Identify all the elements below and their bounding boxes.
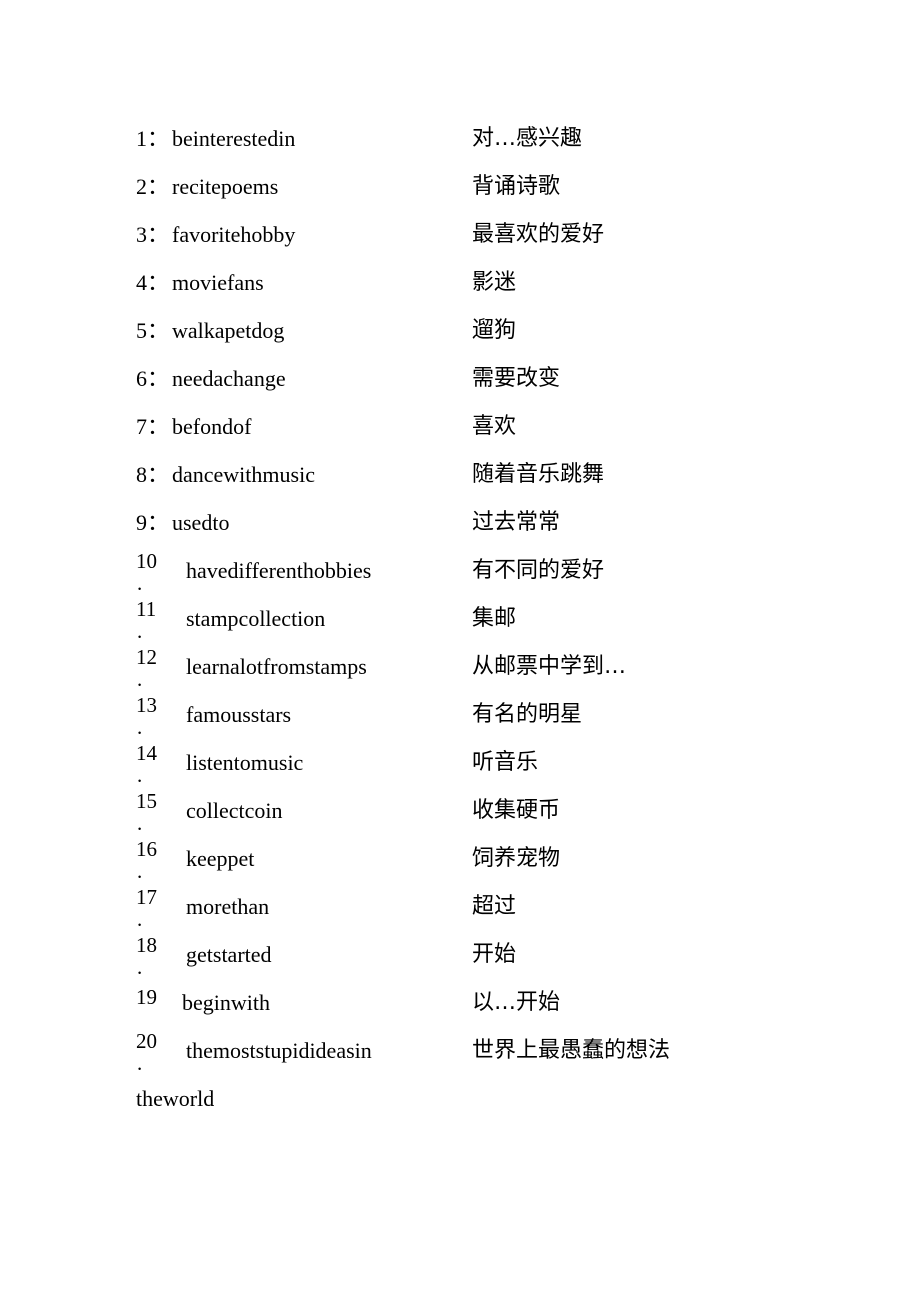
english-term: dancewithmusic (172, 462, 315, 487)
chinese-translation: 世界上最愚蠢的想法 (472, 1038, 671, 1063)
english-term: recitepoems (172, 174, 279, 199)
row-number-period: . (137, 715, 143, 739)
row-number: 2： (136, 174, 170, 199)
english-term: listentomusic (186, 750, 304, 775)
vocabulary-row: 1： beinterestedin 对…感兴趣 (0, 124, 920, 172)
chinese-translation: 开始 (472, 942, 517, 967)
english-term: getstarted (186, 942, 272, 967)
vocabulary-row: 10 . havedifferenthobbies 有不同的爱好 (0, 549, 920, 600)
row-number-period: . (137, 811, 143, 835)
chinese-translation: 遛狗 (472, 318, 517, 343)
english-term: famousstars (186, 702, 292, 727)
row-number: 3： (136, 222, 170, 247)
row-number: 6： (136, 366, 170, 391)
row-number: 4： (136, 270, 170, 295)
vocabulary-row: 8： dancewithmusic 随着音乐跳舞 (0, 460, 920, 508)
english-term: learnalotfromstamps (186, 654, 367, 679)
chinese-translation: 有不同的爱好 (472, 558, 605, 583)
english-term: beinterestedin (172, 126, 296, 151)
english-term: moviefans (172, 270, 264, 295)
chinese-translation: 背诵诗歌 (472, 174, 561, 199)
vocabulary-row: 14 . listentomusic 听音乐 (0, 741, 920, 792)
english-term: usedto (172, 510, 230, 535)
chinese-translation: 以…开始 (472, 990, 561, 1015)
chinese-translation: 需要改变 (472, 366, 561, 391)
english-term: morethan (186, 894, 270, 919)
english-term: keeppet (186, 846, 255, 871)
row-number-period: . (137, 763, 143, 787)
vocabulary-row: 12 . learnalotfromstamps 从邮票中学到… (0, 645, 920, 696)
vocabulary-row: 15 . collectcoin 收集硬币 (0, 789, 920, 840)
chinese-translation: 喜欢 (472, 414, 517, 439)
english-term: beginwith (182, 990, 270, 1015)
vocabulary-row: 5： walkapetdog 遛狗 (0, 316, 920, 364)
vocabulary-row: 16 . keeppet 饲养宠物 (0, 837, 920, 888)
chinese-translation: 超过 (472, 894, 517, 919)
vocabulary-row: 11 . stampcollection 集邮 (0, 597, 920, 648)
row-number-period: . (137, 1051, 143, 1075)
chinese-translation: 随着音乐跳舞 (472, 462, 605, 487)
row-number-period: . (137, 859, 143, 883)
vocabulary-row: 18 . getstarted 开始 (0, 933, 920, 984)
row-number: 8： (136, 462, 170, 487)
english-term: befondof (172, 414, 252, 439)
row-number-period: . (137, 571, 143, 595)
chinese-translation: 过去常常 (472, 510, 561, 535)
english-term: favoritehobby (172, 222, 296, 247)
row-number: 7： (136, 414, 170, 439)
vocabulary-row: 2： recitepoems 背诵诗歌 (0, 172, 920, 220)
row-number: 9： (136, 510, 170, 535)
row-number-period: . (137, 667, 143, 691)
english-term: stampcollection (186, 606, 326, 631)
english-term: collectcoin (186, 798, 283, 823)
chinese-translation: 从邮票中学到… (472, 654, 627, 679)
row-number-period: . (137, 907, 143, 931)
vocabulary-row: 7： befondof 喜欢 (0, 412, 920, 460)
vocabulary-row: 6： needachange 需要改变 (0, 364, 920, 412)
chinese-translation: 对…感兴趣 (472, 126, 583, 151)
chinese-translation: 集邮 (472, 606, 517, 631)
english-term: themoststupidideasin (186, 1038, 372, 1063)
row-number: 19 (136, 985, 157, 1009)
chinese-translation: 有名的明星 (472, 702, 583, 727)
row-number: 5： (136, 318, 170, 343)
vocabulary-row: 19 beginwith 以…开始 (0, 985, 920, 1034)
english-term: needachange (172, 366, 286, 391)
vocabulary-row: 17 . morethan 超过 (0, 885, 920, 936)
row-number-period: . (137, 619, 143, 643)
english-term-continuation: theworld (136, 1086, 215, 1111)
chinese-translation: 影迷 (472, 270, 517, 295)
chinese-translation: 饲养宠物 (472, 846, 561, 871)
chinese-translation: 收集硬币 (472, 798, 561, 823)
vocabulary-row: 3： favoritehobby 最喜欢的爱好 (0, 220, 920, 268)
document-page: 1： beinterestedin 对…感兴趣 2： recitepoems 背… (0, 0, 920, 1301)
chinese-translation: 最喜欢的爱好 (472, 222, 605, 247)
row-number-period: . (137, 955, 143, 979)
row-number: 1： (136, 126, 170, 151)
english-term: havedifferenthobbies (186, 558, 372, 583)
english-term: walkapetdog (172, 318, 285, 343)
vocabulary-row: 4： moviefans 影迷 (0, 268, 920, 316)
vocabulary-row: 13 . famousstars 有名的明星 (0, 693, 920, 744)
chinese-translation: 听音乐 (472, 750, 539, 775)
vocabulary-row: 20 . themoststupidideasin 世界上最愚蠢的想法 (0, 1029, 920, 1080)
